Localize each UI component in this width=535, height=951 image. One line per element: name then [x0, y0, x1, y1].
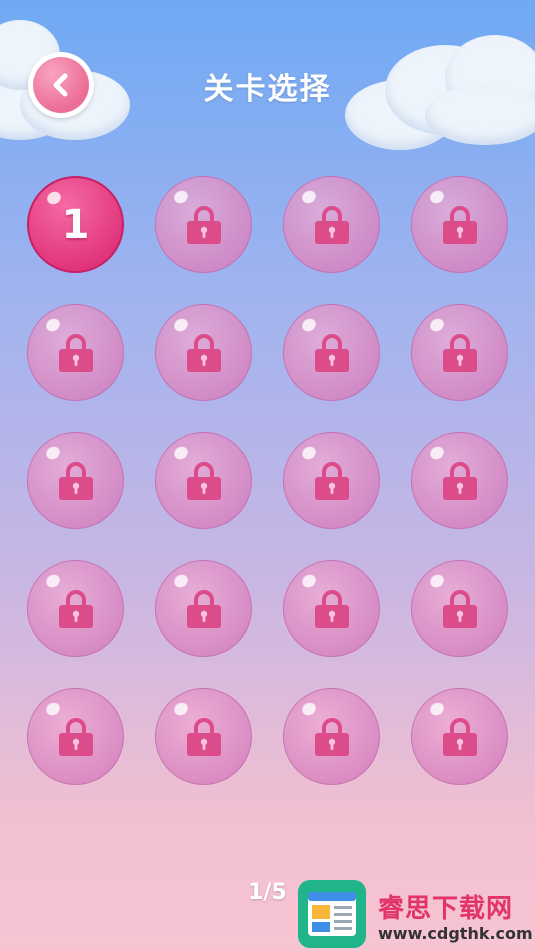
level-button[interactable] [283, 688, 380, 785]
lock-icon [58, 589, 93, 628]
lock-icon [442, 461, 477, 500]
level-button[interactable] [283, 432, 380, 529]
level-button[interactable] [27, 432, 124, 529]
level-button[interactable] [155, 176, 252, 273]
level-button[interactable] [27, 688, 124, 785]
lock-icon [442, 205, 477, 244]
level-button[interactable] [283, 560, 380, 657]
level-button[interactable] [411, 560, 508, 657]
level-number: 1 [61, 201, 90, 248]
level-button[interactable] [155, 560, 252, 657]
lock-icon [186, 589, 221, 628]
lock-icon [442, 333, 477, 372]
level-button[interactable] [283, 176, 380, 273]
lock-icon [314, 205, 349, 244]
level-button[interactable] [27, 304, 124, 401]
level-button[interactable] [27, 560, 124, 657]
lock-icon [314, 589, 349, 628]
lock-icon [58, 333, 93, 372]
level-button[interactable] [155, 432, 252, 529]
lock-icon [58, 717, 93, 756]
page-indicator: 1/5 [248, 880, 287, 905]
level-button[interactable] [155, 688, 252, 785]
lock-icon [186, 717, 221, 756]
level-button[interactable] [283, 304, 380, 401]
lock-icon [186, 333, 221, 372]
lock-icon [442, 589, 477, 628]
level-grid: 1 [27, 176, 508, 785]
lock-icon [58, 461, 93, 500]
lock-icon [314, 461, 349, 500]
level-button[interactable] [411, 688, 508, 785]
lock-icon [186, 205, 221, 244]
level-button[interactable] [411, 304, 508, 401]
lock-icon [314, 333, 349, 372]
watermark-url: www.cdgthk.com [378, 924, 533, 943]
watermark-brand: 睿思下载网 [378, 894, 514, 924]
lock-icon [442, 717, 477, 756]
watermark-logo-icon [298, 880, 366, 948]
page-title: 关卡选择 [203, 72, 332, 107]
level-button[interactable] [411, 176, 508, 273]
level-button[interactable] [411, 432, 508, 529]
level-button[interactable] [155, 304, 252, 401]
level-button[interactable]: 1 [27, 176, 124, 273]
lock-icon [314, 717, 349, 756]
lock-icon [186, 461, 221, 500]
